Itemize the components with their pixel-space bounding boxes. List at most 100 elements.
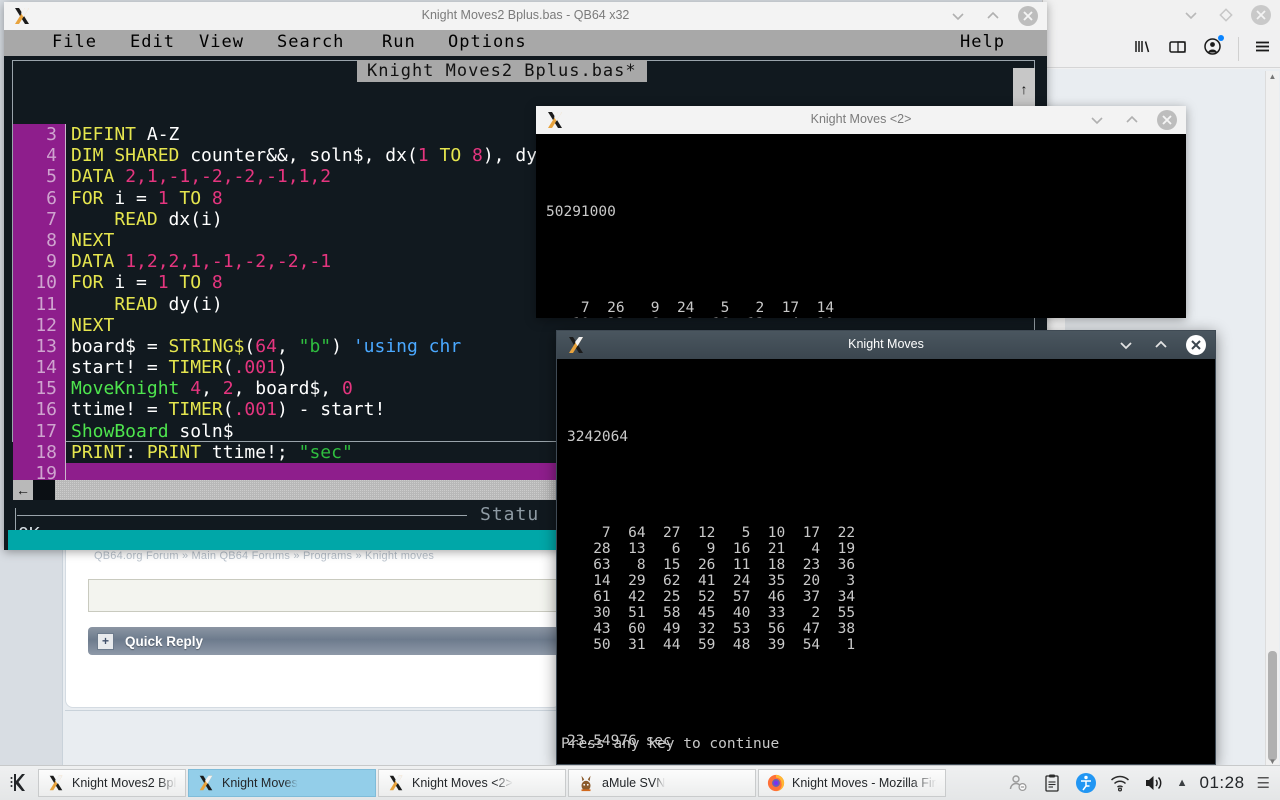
close-icon[interactable]	[1250, 4, 1272, 26]
quick-reply-label: Quick Reply	[125, 633, 204, 649]
taskbar-button[interactable]: Knight Moves <2>	[378, 769, 566, 797]
board-row: 61 42 25 52 57 46 37 34	[567, 589, 856, 605]
taskbar-button[interactable]: Knight Moves2 Bplus.bas	[38, 769, 186, 797]
taskbar-button-label: Knight Moves - Mozilla Firefox	[792, 776, 937, 790]
menu-view[interactable]: View	[199, 32, 244, 52]
maximize-icon[interactable]	[1121, 109, 1143, 131]
code-line-text: DATA 1,2,2,1,-1,-2,-2,-1	[71, 251, 332, 273]
sidebar-icon[interactable]	[1168, 37, 1187, 61]
maximize-icon[interactable]	[982, 5, 1004, 27]
console1-window-controls[interactable]	[1115, 334, 1207, 356]
system-tray[interactable]: ▲ 01:28 ☰	[1007, 772, 1280, 794]
menu-search[interactable]: Search	[277, 32, 344, 52]
menu-edit[interactable]: Edit	[130, 32, 175, 52]
menu-file[interactable]: File	[52, 32, 97, 52]
knight-moves-window[interactable]: Knight Moves 3242064 7 64 27 12 5 10 17 …	[556, 330, 1216, 765]
menu-help[interactable]: Help	[960, 32, 1005, 52]
line-number: 12	[35, 314, 57, 336]
forum-card: QB64.org Forum » Main QB64 Forums » Prog…	[65, 538, 562, 708]
code-line-text: FOR i = 1 TO 8	[71, 272, 223, 294]
line-number: 4	[46, 145, 57, 167]
minimize-icon[interactable]	[1086, 109, 1108, 131]
maximize-icon[interactable]	[1150, 334, 1172, 356]
board-row: 14 29 62 41 24 35 20 3	[567, 573, 856, 589]
gutter-separator	[65, 441, 66, 463]
taskbar-button[interactable]: aMule SVN	[568, 769, 756, 797]
scroll-left-icon[interactable]: ←	[13, 480, 33, 500]
gutter-separator	[65, 251, 66, 273]
minimize-icon[interactable]	[1180, 4, 1202, 26]
close-icon[interactable]	[1185, 334, 1207, 356]
console1-screen[interactable]: 3242064 7 64 27 12 5 10 17 22 28 13 6 9 …	[557, 359, 1215, 764]
line-number: 18	[35, 441, 57, 463]
minimize-icon[interactable]	[1115, 334, 1137, 356]
document-tab-title: Knight Moves2 Bplus.bas*	[357, 60, 647, 82]
kde-menu-icon[interactable]	[0, 766, 38, 800]
console2-window-controls[interactable]	[1086, 109, 1178, 131]
account-icon[interactable]	[1203, 34, 1224, 61]
firefox-window-controls[interactable]	[1180, 4, 1272, 26]
gutter-separator	[65, 229, 66, 252]
menu-run[interactable]: Run	[382, 32, 416, 52]
accessibility-icon[interactable]	[1075, 772, 1097, 794]
board-row: 50 31 44 59 48 39 54 1	[567, 637, 856, 653]
hscrollbar-thumb[interactable]	[33, 480, 55, 500]
taskbar-button[interactable]: Knight Moves	[188, 769, 376, 797]
menu-options[interactable]: Options	[448, 32, 527, 52]
taskbar-button-label: Knight Moves <2>	[412, 776, 513, 790]
clock[interactable]: 01:28	[1200, 773, 1245, 793]
line-number: 7	[46, 208, 57, 230]
firefox-icon	[767, 774, 785, 792]
scroll-up-icon[interactable]: ▲	[1266, 71, 1279, 83]
library-icon[interactable]	[1133, 37, 1152, 61]
gutter-separator	[65, 293, 66, 315]
console2-titlebar[interactable]: Knight Moves <2>	[536, 106, 1186, 135]
minimize-icon[interactable]	[947, 5, 969, 27]
code-line-text: NEXT	[71, 314, 115, 336]
firefox-toolbar[interactable]	[1043, 30, 1280, 68]
post-textbox[interactable]	[88, 579, 562, 612]
code-line-text: ttime! = TIMER(.001) - start!	[71, 399, 386, 421]
gutter-separator	[65, 399, 66, 421]
line-number: 17	[35, 420, 57, 442]
user-status-icon[interactable]	[1007, 772, 1029, 794]
taskbar[interactable]: Knight Moves2 Bplus.bas Knight Moves Knigh…	[0, 765, 1280, 800]
code-line-text: PRINT: PRINT ttime!; "sec"	[71, 441, 353, 463]
console2-counter: 50291000	[546, 204, 616, 220]
line-number: 14	[35, 357, 57, 379]
knight-moves-2-window[interactable]: Knight Moves <2> 50291000 7 26 9 24 5 2 …	[536, 106, 1186, 318]
maximize-icon[interactable]	[1215, 4, 1237, 26]
clipboard-icon[interactable]	[1041, 772, 1063, 794]
qb64-icon	[387, 774, 405, 792]
scroll-up-icon[interactable]: ↑	[1013, 68, 1035, 110]
qb64-window-controls[interactable]	[947, 5, 1039, 27]
code-line-text: start! = TIMER(.001)	[71, 357, 288, 379]
line-number: 11	[35, 293, 57, 315]
firefox-scrollbar[interactable]: ▲ ▼	[1265, 71, 1279, 768]
taskbar-button[interactable]: Knight Moves - Mozilla Firefox	[758, 769, 946, 797]
console1-titlebar[interactable]: Knight Moves	[557, 331, 1215, 361]
close-icon[interactable]	[1156, 109, 1178, 131]
tray-expand-icon[interactable]: ▲	[1177, 777, 1188, 789]
qb64-window-title: Knight Moves2 Bplus.bas - QB64 x32	[421, 8, 630, 22]
code-line-text: ShowBoard soln$	[71, 420, 234, 442]
qb64-icon	[197, 774, 215, 792]
network-icon[interactable]	[1109, 772, 1131, 794]
breadcrumb[interactable]: QB64.org Forum » Main QB64 Forums » Prog…	[94, 550, 434, 562]
expand-plus-icon[interactable]: +	[97, 632, 114, 650]
quick-reply-bar[interactable]: + Quick Reply	[88, 627, 562, 655]
volume-icon[interactable]	[1143, 772, 1165, 794]
code-line-text: NEXT	[71, 229, 115, 251]
taskbar-menu-icon[interactable]: ☰	[1257, 774, 1270, 792]
firefox-titlebar[interactable]	[1043, 0, 1280, 30]
menu-icon[interactable]	[1238, 36, 1272, 61]
gutter-separator	[65, 272, 66, 294]
qb64-menubar[interactable]: File Edit View Search Run Options Help	[4, 30, 1047, 56]
code-line-text: board$ = STRING$(64, "b") 'using chr	[71, 335, 462, 357]
console1-board: 7 64 27 12 5 10 17 22 28 13 6 9 16 21 4 …	[567, 525, 1215, 653]
close-icon[interactable]	[1017, 5, 1039, 27]
console2-screen[interactable]: 50291000 7 26 9 24 5 2 17 14 10 23 6 1 1…	[536, 134, 1186, 318]
scrollbar-thumb[interactable]	[1268, 651, 1277, 761]
qb64-titlebar[interactable]: Knight Moves2 Bplus.bas - QB64 x32	[4, 2, 1047, 31]
board-row: 7 64 27 12 5 10 17 22	[567, 525, 856, 541]
